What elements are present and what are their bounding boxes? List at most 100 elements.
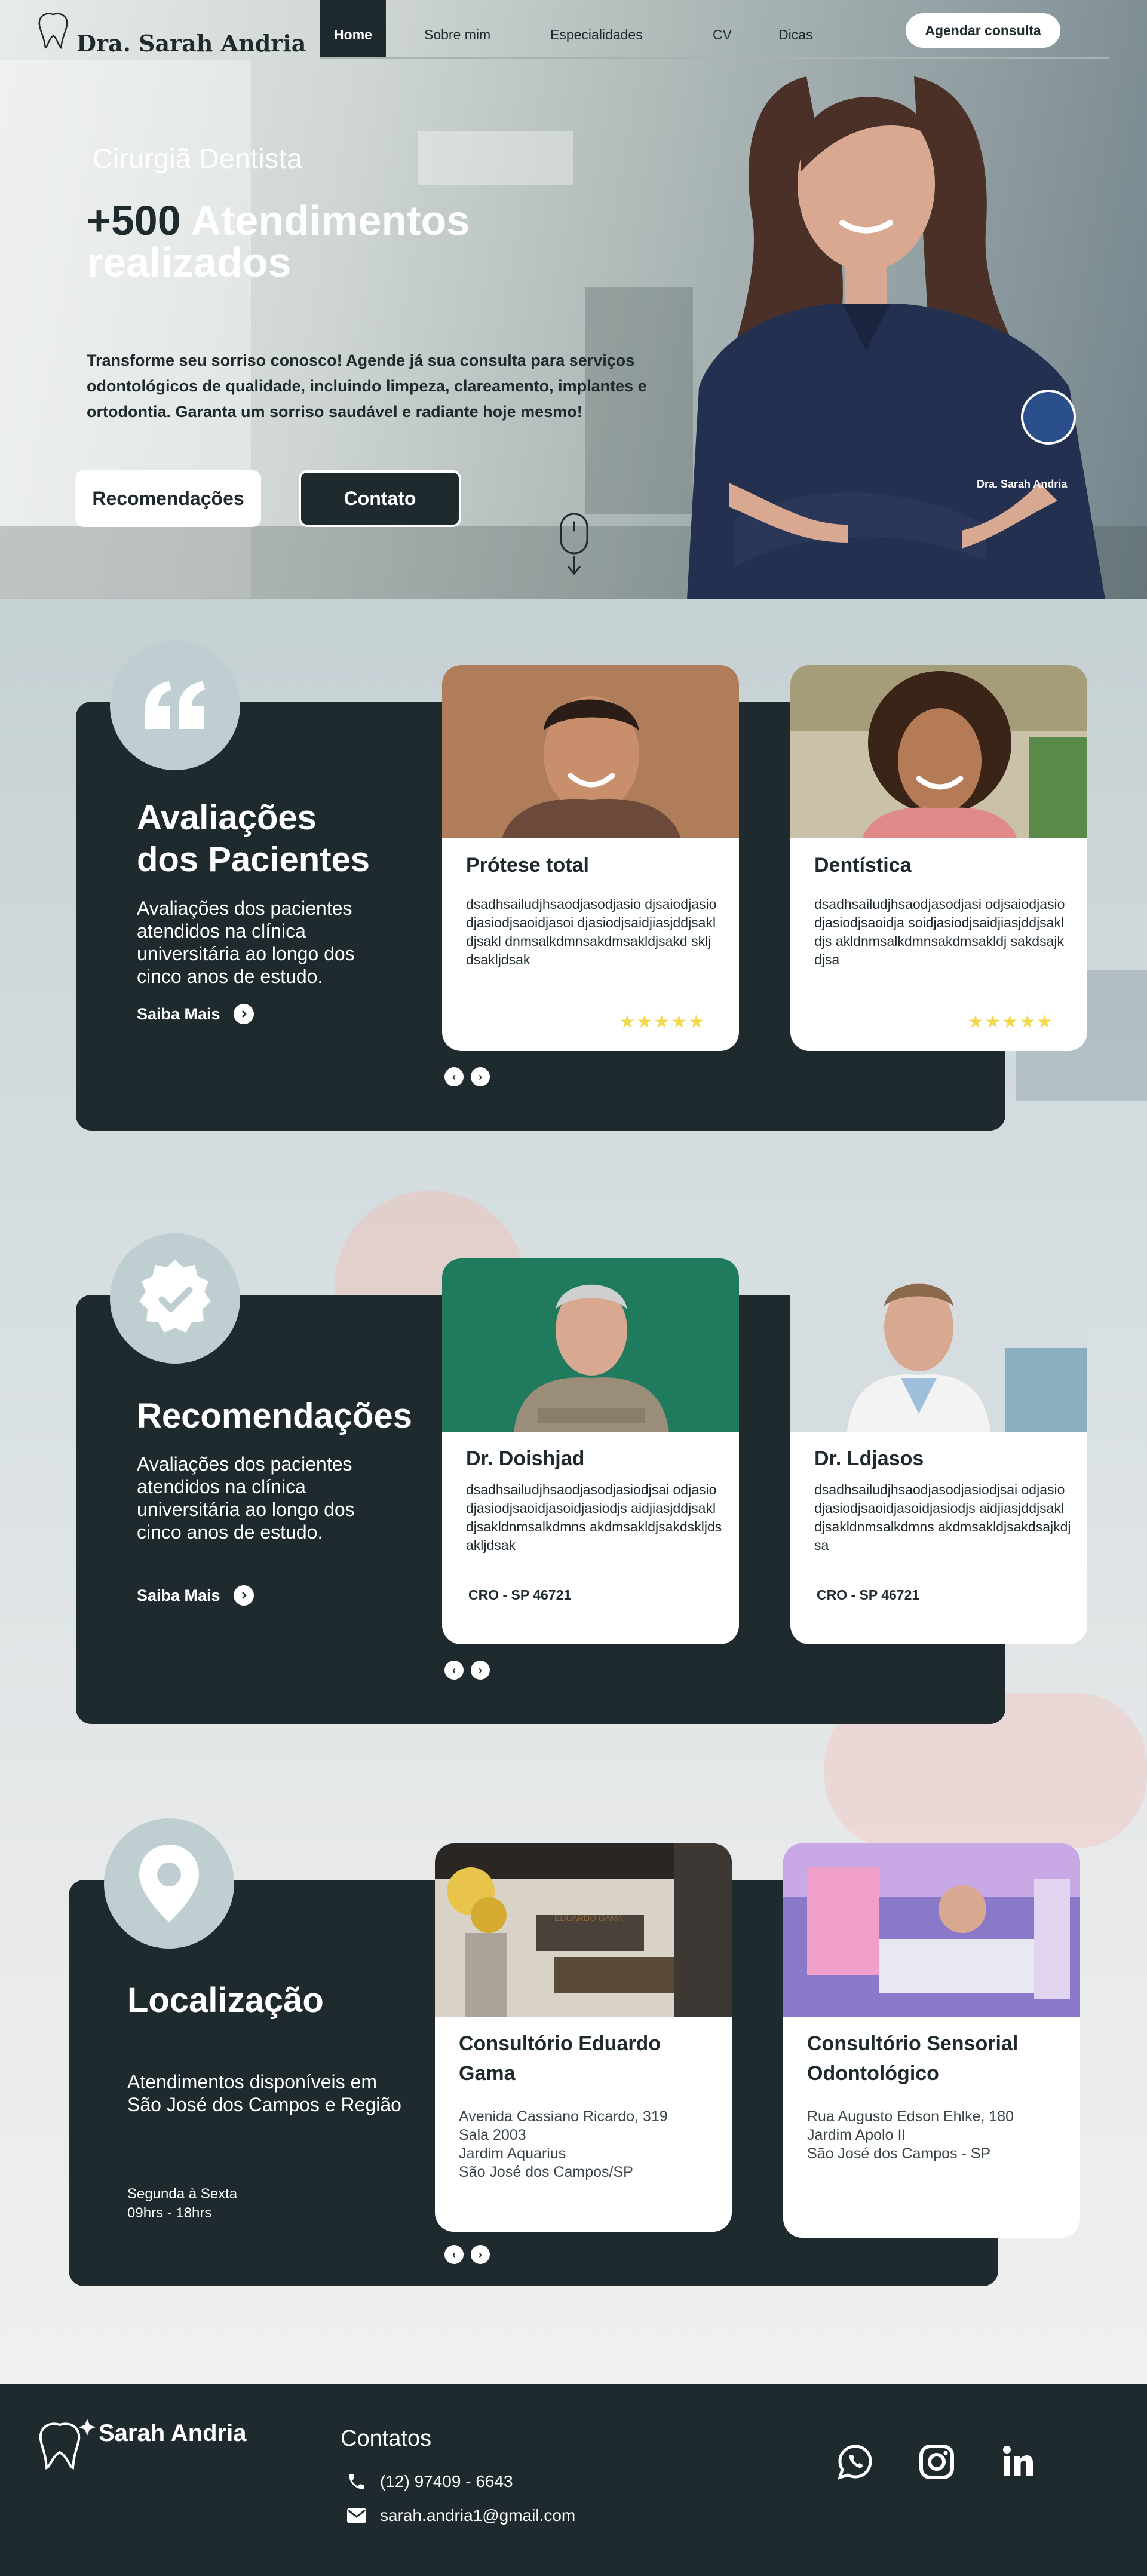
footer: Sarah Andria Contatos (12) 97409 - 6643 … [0,2384,1147,2576]
tooth-logo-icon [39,2419,96,2470]
reviews-more-label: Saiba Mais [137,1004,220,1023]
recommendations-more-link[interactable]: Saiba Mais [137,1585,254,1606]
nav-dicas[interactable]: Dicas [778,0,813,57]
address-line: Jardim Apolo II [807,2127,906,2143]
cro-registration: CRO - SP 46721 [817,1587,920,1603]
whatsapp-icon[interactable] [836,2443,875,2481]
location-hours: Segunda à Sexta 09hrs - 18hrs [127,2185,237,2223]
location-card[interactable]: EDUARDO GAMA Consultório Eduardo Gama Av… [435,1843,732,2232]
doctor-photo: Dra. Sarah Andria [687,76,1105,599]
location-card[interactable]: Consultório Sensorial Odontológico Rua A… [783,1843,1080,2238]
coat-embroidery: Dra. Sarah Andria [977,478,1068,490]
carousel-prev-button[interactable]: ‹ [444,2245,464,2264]
review-card-body: dsadhsailudjhsaodjasodjasi odjsaiodjasio… [814,896,1065,967]
carousel-next-button[interactable]: › [471,2245,490,2264]
carousel-next-button[interactable]: › [471,1067,490,1086]
review-card-title: Dentística [814,854,912,877]
location-title: Localização [127,1981,324,2020]
address-line: Avenida Cassiano Ricardo, 319 [459,2108,668,2125]
recommendation-card-body: dsadhsailudjhsaodjasodjasiodjsai odjasio… [466,1482,722,1553]
recommendations-title: Recomendações [137,1396,412,1435]
hours-days: Segunda à Sexta [127,2186,238,2202]
email-address: sarah.andria1@gmail.com [380,2506,576,2525]
hero-title: +500 Atendimentos realizados [87,200,541,283]
map-pin-icon [139,1845,199,1922]
review-card-title: Prótese total [466,854,589,877]
phone-number: (12) 97409 - 6643 [380,2472,513,2491]
recommendation-card[interactable]: Dr. Ldjasos dsadhsailudjhsaodjasodjasiod… [790,1258,1087,1644]
schedule-button[interactable]: Agendar consulta [906,13,1060,48]
location-address: Rua Augusto Edson Ehlke, 180 Jardim Apol… [807,2108,1058,2163]
chevron-right-icon [233,1004,254,1024]
office-photo [783,1843,1080,2017]
review-card[interactable]: Dentística dsadhsailudjhsaodjasodjasi od… [790,665,1087,1051]
reviews-title: Avaliações dos Pacientes [137,797,370,881]
nav-especialidades[interactable]: Especialidades [550,0,643,57]
star-rating: ★★★★★ [619,1012,706,1032]
office-photo: EDUARDO GAMA [435,1843,732,2017]
reviews-carousel-controls: ‹ › [444,1067,490,1086]
recommendation-card-body: dsadhsailudjhsaodjasodjasiodjsai odjasio… [814,1482,1071,1553]
patient-photo [442,665,739,838]
content-section: Avaliações dos Pacientes Avaliações dos … [0,599,1147,2386]
email-contact[interactable]: sarah.andria1@gmail.com [346,2506,575,2525]
reviews-title-line2: dos Pacientes [137,840,370,879]
instagram-icon[interactable] [918,2443,956,2481]
address-line: São José dos Campos/SP [459,2164,633,2180]
clinic-lamp [418,131,574,185]
reviews-text: Avaliações dos pacientes atendidos na cl… [137,898,355,987]
hero-title-number: +500 [87,197,181,244]
contact-button[interactable]: Contato [299,470,461,527]
location-address: Avenida Cassiano Ricardo, 319 Sala 2003 … [459,2108,710,2182]
carousel-next-button[interactable]: › [471,1661,490,1680]
address-line: Jardim Aquarius [459,2145,566,2162]
location-badge [104,1818,234,1949]
footer-brand-name: Sarah Andria [99,2420,247,2446]
nav-sobre-mim[interactable]: Sobre mim [424,0,490,57]
recommendations-badge [110,1233,240,1364]
reviews-title-line1: Avaliações [137,798,317,837]
recommendation-card-title: Dr. Doishjad [466,1447,585,1470]
review-card[interactable]: Prótese total dsadhsailudjhsaodjasodjasi… [442,665,739,1051]
reviews-badge [110,640,240,770]
brand-name[interactable]: Dra. Sarah Andria [76,30,306,57]
nav-home[interactable]: Home [320,0,386,57]
tooth-logo-icon [38,13,68,49]
recommendations-more-label: Saiba Mais [137,1586,220,1604]
carousel-prev-button[interactable]: ‹ [444,1661,464,1680]
phone-contact[interactable]: (12) 97409 - 6643 [346,2471,513,2492]
doctor-photo [790,1258,1087,1432]
recommendation-card[interactable]: Dr. Doishjad dsadhsailudjhsaodjasodjasio… [442,1258,739,1644]
scroll-down-icon[interactable] [558,513,590,577]
mail-icon [347,2508,366,2523]
patient-photo [790,665,1087,838]
recommendations-text: Avaliações dos pacientes atendidos na cl… [137,1453,355,1543]
reviews-more-link[interactable]: Saiba Mais [137,1004,254,1024]
hero-description: Transforme seu sorriso conosco! Agende j… [87,351,647,421]
chevron-right-icon [233,1585,254,1606]
location-card-title: Consultório Sensorial Odontológico [807,2032,1019,2085]
nav-cv[interactable]: CV [713,0,732,57]
review-card-body: dsadhsailudjhsaodjasodjasio djsaiodjasio… [466,896,717,967]
address-line: Rua Augusto Edson Ehlke, 180 [807,2108,1014,2125]
verified-badge-icon [139,1260,211,1333]
carousel-prev-button[interactable]: ‹ [444,1067,464,1086]
location-carousel-controls: ‹ › [444,2245,490,2264]
recommendations-button[interactable]: Recomendações [75,470,261,527]
location-card-title: Consultório Eduardo Gama [459,2032,661,2085]
address-line: São José dos Campos - SP [807,2145,991,2162]
quote-icon [145,681,205,729]
hours-time: 09hrs - 18hrs [127,2205,212,2221]
contacts-heading: Contatos [341,2426,432,2451]
recommendations-carousel-controls: ‹ › [444,1661,490,1680]
star-rating: ★★★★★ [967,1012,1054,1032]
cro-registration: CRO - SP 46721 [468,1587,572,1603]
hero-subtitle: Cirurgiã Dentista [93,143,303,174]
hero-section: Dra. Sarah Andria Home Sobre mim Especia… [0,0,1147,599]
phone-icon [349,2474,364,2489]
address-line: Sala 2003 [459,2127,526,2143]
linkedin-icon[interactable] [999,2443,1037,2481]
recommendation-card-title: Dr. Ldjasos [814,1447,924,1470]
doctor-photo [442,1258,739,1432]
office-sign: EDUARDO GAMA [554,1913,624,1923]
